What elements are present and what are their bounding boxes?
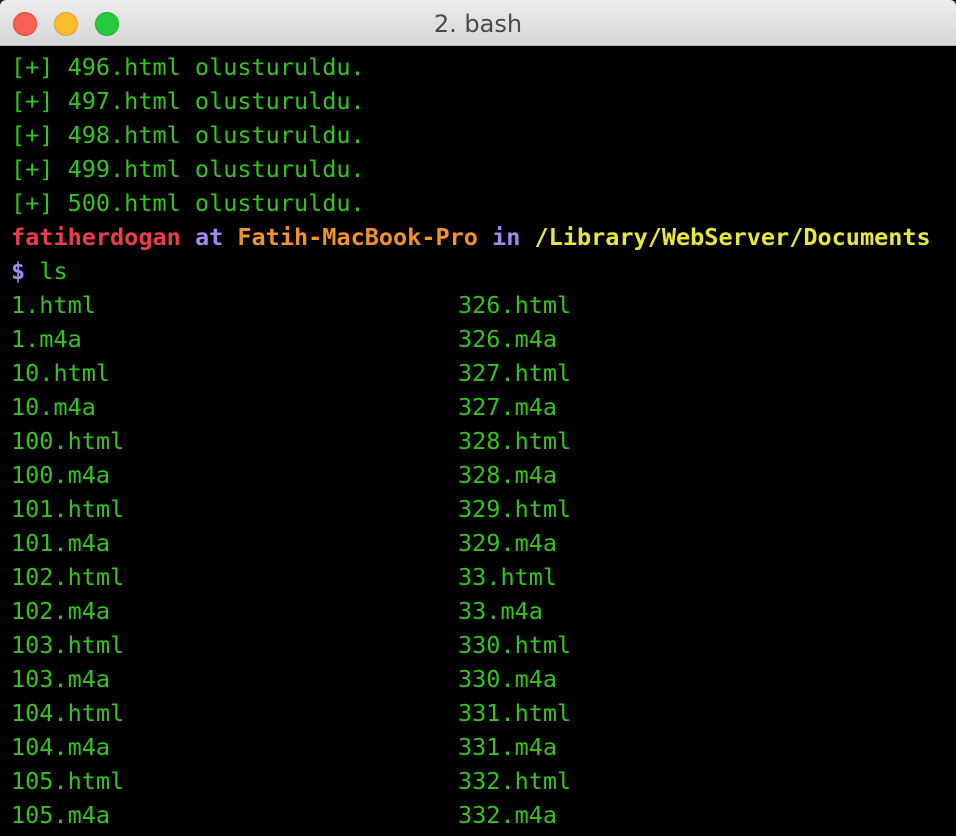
- prompt-at: at: [194, 223, 224, 251]
- file-entry: 332.m4a: [458, 801, 558, 829]
- file-entry: 104.html: [11, 699, 125, 727]
- file-entry: 330.html: [458, 631, 572, 659]
- prompt-user: fatiherdogan: [11, 223, 181, 251]
- file-entry: 103.html: [11, 631, 125, 659]
- file-entry: 326.m4a: [458, 325, 558, 353]
- file-entry: 331.m4a: [458, 733, 558, 761]
- terminal-output[interactable]: [+] 496.html olusturuldu. [+] 497.html o…: [0, 46, 956, 836]
- prompt-in: in: [492, 223, 521, 251]
- file-entry: 330.m4a: [458, 665, 558, 693]
- output-line: [+] 500.html olusturuldu.: [11, 189, 365, 217]
- file-entry: 332.html: [458, 767, 572, 795]
- file-entry: 101.html: [11, 495, 125, 523]
- file-entry: 101.m4a: [11, 529, 111, 557]
- file-entry: 102.m4a: [11, 597, 111, 625]
- shell-prompt: fatiherdogan at Fatih-MacBook-Pro in /Li…: [11, 220, 931, 254]
- file-entry: 33.m4a: [458, 597, 543, 625]
- window-title: 2. bash: [433, 10, 523, 38]
- file-entry: 326.html: [458, 291, 572, 319]
- file-entry: 327.html: [458, 359, 572, 387]
- file-entry: 329.html: [458, 495, 572, 523]
- prompt-host: Fatih-MacBook-Pro: [237, 223, 478, 251]
- file-entry: 10.m4a: [11, 393, 96, 421]
- file-entry: 104.m4a: [11, 733, 111, 761]
- file-entry: 103.m4a: [11, 665, 111, 693]
- prompt-symbol: $: [11, 257, 26, 285]
- file-entry: 329.m4a: [458, 529, 558, 557]
- file-entry: 100.m4a: [11, 461, 111, 489]
- command-text: ls: [39, 257, 68, 285]
- prompt-path: /Library/WebServer/Documents: [534, 223, 931, 251]
- file-entry: 328.m4a: [458, 461, 558, 489]
- file-entry: 331.html: [458, 699, 572, 727]
- file-entry: 10.html: [11, 359, 111, 387]
- file-entry: 105.html: [11, 767, 125, 795]
- file-entry: 105.m4a: [11, 801, 111, 829]
- file-entry: 328.html: [458, 427, 572, 455]
- file-entry: 327.m4a: [458, 393, 558, 421]
- file-entry: 1.html: [11, 291, 96, 319]
- output-line: [+] 496.html olusturuldu.: [11, 53, 365, 81]
- file-entry: 1.m4a: [11, 325, 82, 353]
- output-line: [+] 497.html olusturuldu.: [11, 87, 365, 115]
- output-line: [+] 498.html olusturuldu.: [11, 121, 365, 149]
- file-entry: 102.html: [11, 563, 125, 591]
- terminal-window: 2. bash [+] 496.html olusturuldu. [+] 49…: [0, 0, 956, 836]
- file-entry: 33.html: [458, 563, 558, 591]
- command-line: $ ls: [11, 254, 68, 288]
- file-entry: 100.html: [11, 427, 125, 455]
- title-bar[interactable]: 2. bash: [0, 0, 956, 46]
- output-line: [+] 499.html olusturuldu.: [11, 155, 365, 183]
